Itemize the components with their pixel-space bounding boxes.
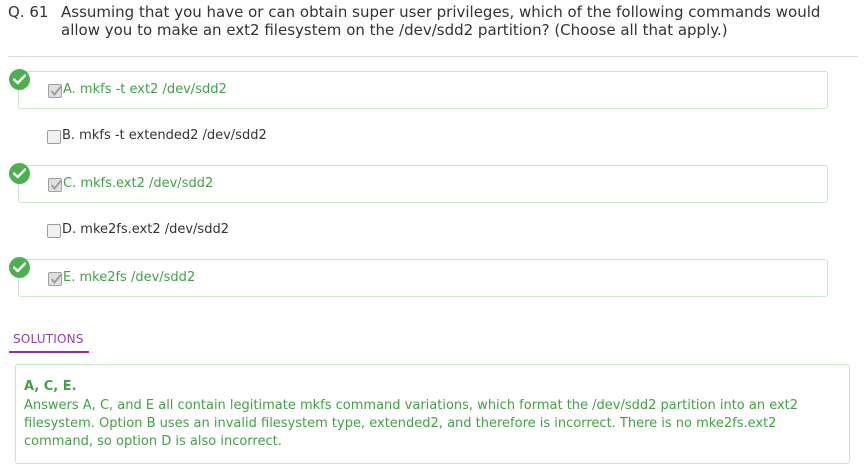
option-e[interactable]: E. mke2fs /dev/sdd2 xyxy=(9,257,828,297)
checkmark-icon xyxy=(50,273,62,285)
tab-solutions[interactable]: SOLUTIONS xyxy=(9,331,89,353)
solution-explanation: Answers A, C, and E all contain legitima… xyxy=(24,398,799,449)
option-c-checkbox[interactable] xyxy=(48,178,62,192)
option-a-checkbox[interactable] xyxy=(48,84,62,98)
question-header: Q. 61 Assuming that you have or can obta… xyxy=(8,3,858,57)
option-d-label: D. mke2fs.ext2 /dev/sdd2 xyxy=(62,222,229,237)
checkmark-icon xyxy=(50,85,62,97)
option-b-checkbox[interactable] xyxy=(47,130,61,144)
option-d[interactable]: D. mke2fs.ext2 /dev/sdd2 xyxy=(18,212,828,250)
option-c-label: C. mkfs.ext2 /dev/sdd2 xyxy=(63,176,214,191)
question-text: Assuming that you have or can obtain sup… xyxy=(61,3,821,39)
option-a[interactable]: A. mkfs -t ext2 /dev/sdd2 xyxy=(9,69,828,109)
solution-panel: A, C, E. Answers A, C, and E all contain… xyxy=(15,364,850,464)
question-number: Q. 61 xyxy=(8,3,49,21)
option-a-label: A. mkfs -t ext2 /dev/sdd2 xyxy=(63,82,227,97)
check-circle-icon xyxy=(9,257,30,278)
option-b-label: B. mkfs -t extended2 /dev/sdd2 xyxy=(62,128,267,143)
option-b[interactable]: B. mkfs -t extended2 /dev/sdd2 xyxy=(18,118,828,156)
option-e-label: E. mke2fs /dev/sdd2 xyxy=(63,270,196,285)
check-circle-icon xyxy=(9,69,30,90)
option-c[interactable]: C. mkfs.ext2 /dev/sdd2 xyxy=(9,163,828,203)
check-circle-icon xyxy=(9,163,30,184)
solution-answer: A, C, E. xyxy=(24,379,77,394)
option-d-checkbox[interactable] xyxy=(47,224,61,238)
tab-solutions-label: SOLUTIONS xyxy=(13,332,84,346)
option-e-checkbox[interactable] xyxy=(48,272,62,286)
checkmark-icon xyxy=(50,179,62,191)
